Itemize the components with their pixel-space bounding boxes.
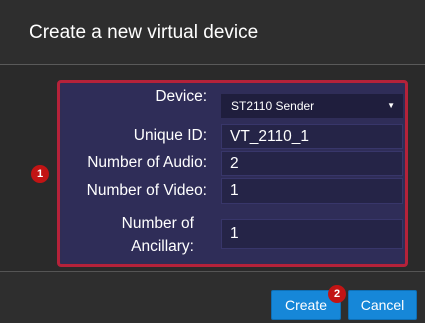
create-virtual-device-dialog: Create a new virtual device Device: ST21… xyxy=(0,0,425,323)
chevron-down-icon: ▼ xyxy=(387,101,395,110)
ancillary-label-line2: Ancillary: xyxy=(131,238,194,255)
ancillary-label-line1: Number of xyxy=(121,215,194,232)
ancillary-count-field[interactable]: 1 xyxy=(221,219,403,249)
audio-count-field[interactable]: 2 xyxy=(221,151,403,176)
unique-id-field[interactable]: VT_2110_1 xyxy=(221,124,403,149)
device-select[interactable]: ST2110 Sender ▼ xyxy=(221,94,403,118)
cancel-button[interactable]: Cancel xyxy=(348,290,417,320)
annotation-badge-2: 2 xyxy=(328,285,346,303)
unique-id-label: Unique ID: xyxy=(133,127,207,144)
ancillary-count-label: Number of Ancillary: xyxy=(100,212,194,258)
device-select-value: ST2110 Sender xyxy=(231,99,315,113)
annotation-badge-1: 1 xyxy=(31,165,49,183)
video-count-label: Number of Video: xyxy=(86,182,207,199)
dialog-title: Create a new virtual device xyxy=(29,22,259,43)
video-count-field[interactable]: 1 xyxy=(221,178,403,204)
dialog-header: Create a new virtual device xyxy=(0,0,425,65)
audio-count-label: Number of Audio: xyxy=(87,154,207,171)
device-label: Device: xyxy=(155,88,207,105)
